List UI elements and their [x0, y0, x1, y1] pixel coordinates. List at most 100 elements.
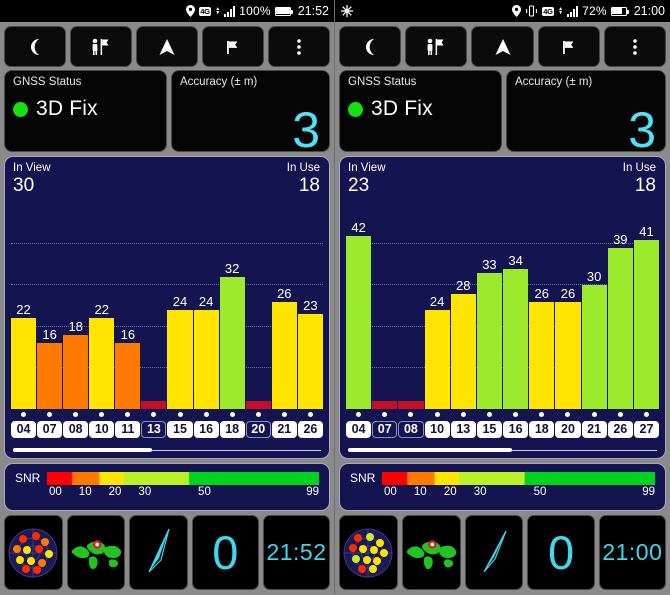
snr-tick-label: 00 [49, 486, 62, 498]
satellite-id-badge[interactable]: 26 [607, 421, 633, 438]
satellite-id-badge[interactable]: 15 [476, 421, 503, 438]
status-indicator-dot [13, 101, 28, 117]
satellite-id-badge[interactable]: 04 [11, 421, 37, 438]
satellite-dot-icon [307, 412, 313, 417]
satellite-id-badge[interactable]: 08 [63, 421, 89, 438]
android-status-bar: 4G ▲ ▼ 100% 21:52 [0, 0, 334, 22]
sky-view-button[interactable] [4, 515, 63, 590]
satellite-id-slot: 08 [398, 421, 424, 438]
snr-tick-label: 30 [138, 486, 152, 498]
waypoint-button[interactable] [537, 26, 600, 67]
speed-value: 0 [547, 526, 575, 579]
chart-scrollbar[interactable] [5, 445, 329, 458]
satellite-dot-slot [346, 412, 371, 417]
status-bar-clock: 21:52 [297, 4, 329, 18]
satellite-id-badge[interactable]: 11 [115, 421, 141, 438]
satellite-dot-icon [47, 412, 53, 417]
satellite-id-badge[interactable]: 04 [346, 421, 372, 438]
snr-bar [141, 400, 167, 409]
map-view-button[interactable] [401, 515, 461, 590]
sky-view-button[interactable] [339, 515, 398, 590]
bar-value-label: 42 [351, 219, 366, 235]
satellite-id-badge[interactable]: 21 [271, 421, 297, 438]
satellite-id-badge[interactable]: 18 [529, 421, 555, 438]
overflow-menu-button[interactable] [603, 26, 667, 67]
overflow-menu-button[interactable] [268, 26, 330, 67]
satellite-dot-icon [591, 412, 597, 417]
snr-bar-plot: 22 16 18 22 16 24 24 32 26 23 [5, 203, 329, 409]
in-use-label: In Use [286, 162, 320, 174]
three-dots-vertical-icon [633, 38, 637, 55]
satellite-id-badge[interactable]: 21 [581, 421, 607, 438]
snr-bar [11, 318, 37, 409]
bar-column [372, 203, 398, 409]
snr-tick-label: 99 [306, 486, 319, 498]
satellite-dot-icon [356, 412, 362, 417]
scrollbar-thumb[interactable] [348, 448, 512, 452]
snr-bar [346, 235, 372, 409]
moon-icon [366, 38, 375, 55]
snr-tick-label: 00 [384, 486, 397, 498]
satellite-id-badge[interactable]: 07 [372, 421, 398, 438]
satellite-id-badge[interactable]: 07 [37, 421, 63, 438]
satellite-dot-slot [529, 412, 554, 417]
scrollbar-thumb[interactable] [13, 448, 152, 452]
satellite-id-badge[interactable]: 26 [297, 421, 323, 438]
gnss-status-card[interactable]: GNSS Status 3D Fix [339, 70, 502, 152]
map-view-button[interactable] [66, 515, 126, 590]
bar-value-label: 16 [120, 327, 136, 343]
speed-readout[interactable]: 0 [191, 515, 259, 590]
snr-bar [424, 310, 450, 409]
scrollbar-track[interactable] [348, 448, 657, 452]
satellite-dot-slot [298, 412, 323, 417]
satellite-id-badge[interactable]: 15 [167, 421, 193, 438]
satellite-id-slot: 08 [63, 421, 89, 438]
satellite-id-slot: 13 [141, 421, 167, 438]
bar-column: 39 [607, 203, 633, 409]
clock-readout[interactable]: 21:52 [262, 515, 331, 590]
accuracy-title: Accuracy (± m) [180, 76, 258, 88]
satellite-id-badge[interactable]: 27 [633, 421, 660, 438]
satellite-id-badge[interactable]: 13 [450, 421, 476, 438]
gnss-status-card[interactable]: GNSS Status 3D Fix [4, 70, 167, 152]
in-use-label: In Use [622, 162, 656, 174]
scrollbar-track[interactable] [13, 448, 321, 452]
in-use-value: 18 [298, 175, 320, 196]
satellite-id-badge[interactable]: 20 [245, 421, 271, 438]
satellite-id-badge[interactable]: 16 [503, 421, 529, 438]
satellite-id-badge[interactable]: 20 [555, 421, 581, 438]
satellite-id-slot: 07 [37, 421, 63, 438]
satellite-id-badge[interactable]: 10 [424, 421, 450, 438]
satellite-id-slot: 21 [581, 421, 607, 438]
compass-button[interactable] [129, 515, 188, 590]
accuracy-card[interactable]: Accuracy (± m) 3 [506, 70, 666, 155]
speed-readout[interactable]: 0 [527, 515, 595, 590]
satellite-chart-card[interactable]: In View 30 In Use 18 22 16 18 22 16 24 24 32 26 2… [4, 156, 330, 459]
night-mode-button[interactable] [339, 26, 402, 67]
satellite-dot-slot [89, 412, 114, 417]
satellite-id-badge[interactable]: 10 [89, 421, 115, 438]
gnss-fix-row: 3D Fix [348, 97, 493, 121]
navigation-button[interactable] [471, 26, 534, 67]
satellite-dot-slot [220, 412, 245, 417]
navigation-button[interactable] [136, 26, 198, 67]
satellite-id-badge[interactable]: 13 [141, 421, 167, 438]
night-mode-button[interactable] [4, 26, 66, 67]
bar-column: 26 [529, 203, 555, 409]
satellite-dot-icon [408, 412, 414, 417]
clock-readout[interactable]: 21:00 [598, 515, 667, 590]
surveyor-button[interactable] [70, 26, 132, 67]
accuracy-card[interactable]: Accuracy (± m) 3 [171, 70, 330, 155]
satellite-id-badge[interactable]: 18 [219, 421, 245, 438]
satellite-dot-slot [425, 412, 450, 417]
waypoint-button[interactable] [202, 26, 264, 67]
satellite-dot-slot [115, 412, 140, 417]
satellite-chart-card[interactable]: In View 23 In Use 18 42 24 28 33 34 26 26 30 39 4… [339, 156, 666, 459]
satellite-id-badge[interactable]: 16 [193, 421, 219, 438]
chart-scrollbar[interactable] [340, 445, 665, 458]
bar-series: 42 24 28 33 34 26 26 30 39 41 [346, 203, 660, 409]
surveyor-button[interactable] [405, 26, 468, 67]
satellite-id-badge[interactable]: 08 [398, 421, 424, 438]
bar-column: 32 [219, 203, 245, 409]
compass-button[interactable] [464, 515, 524, 590]
